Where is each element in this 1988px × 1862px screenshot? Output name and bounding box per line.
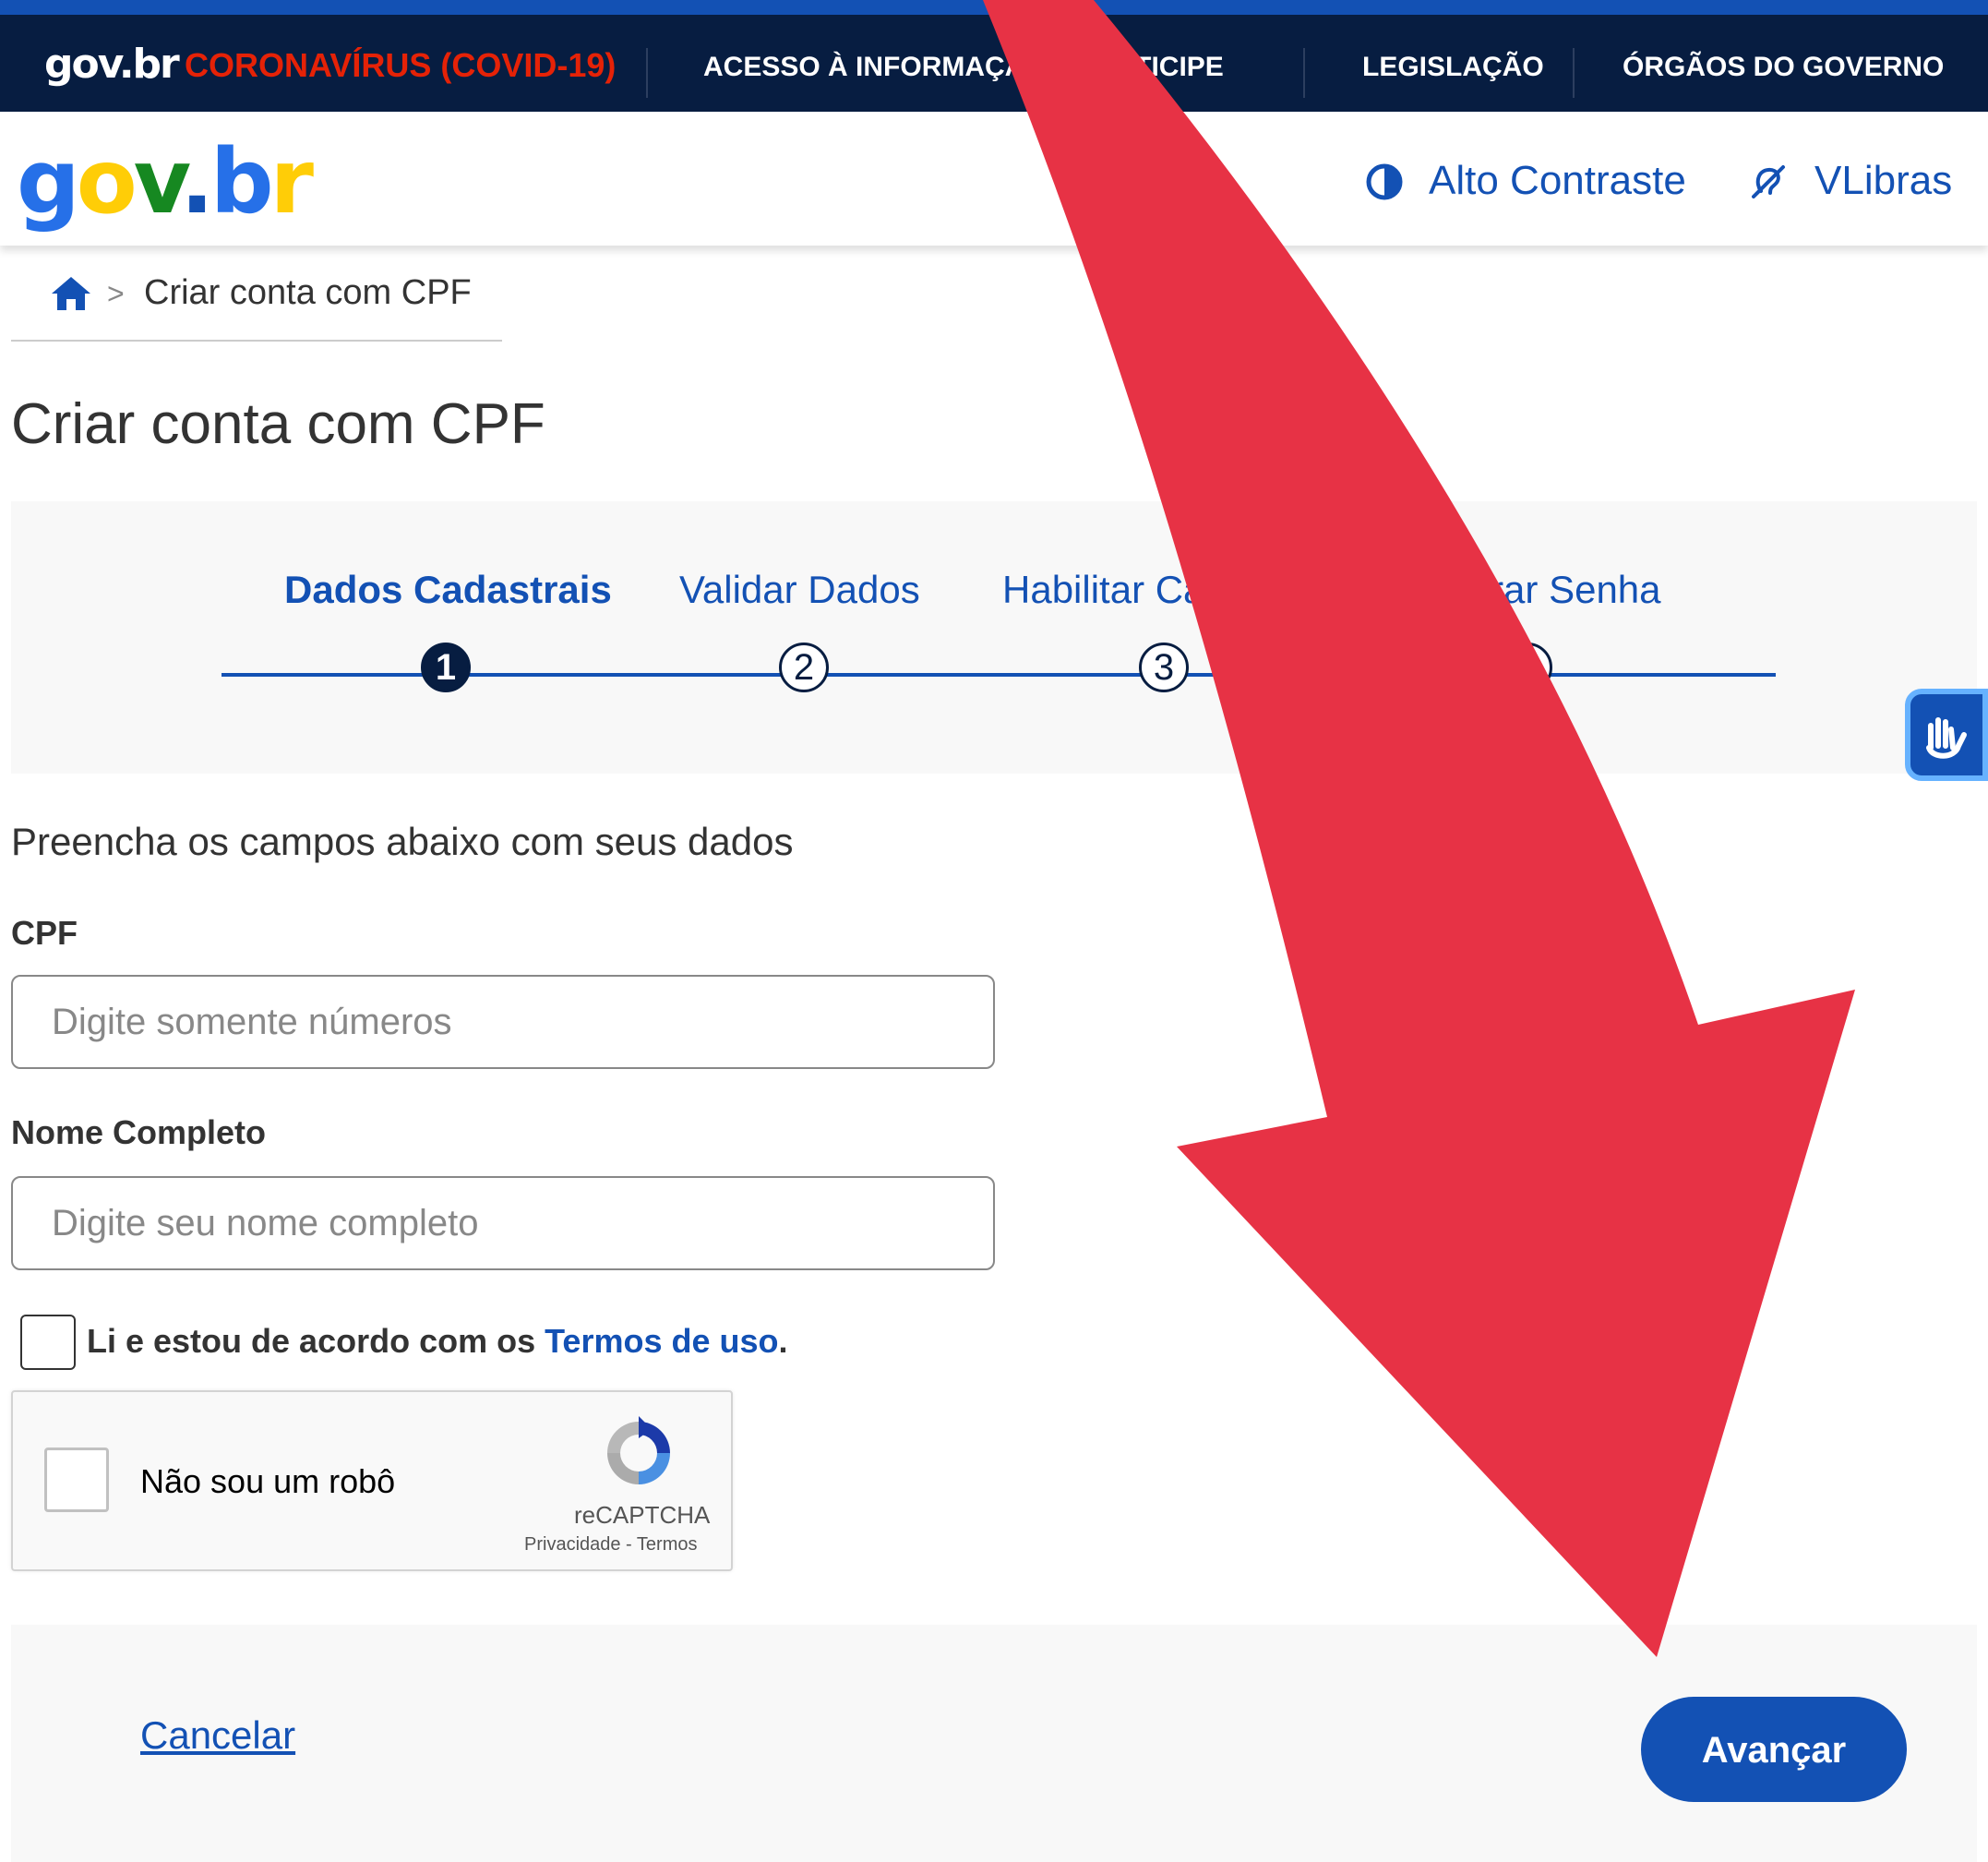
cpf-input[interactable] — [11, 975, 995, 1069]
form-actions-bar: Cancelar Avançar — [11, 1625, 1977, 1862]
full-name-label: Nome Completo — [11, 1113, 267, 1151]
covid-link[interactable]: CORONAVÍRUS (COVID-19) — [185, 46, 616, 85]
nav-acesso-informacao[interactable]: ACESSO À INFORMAÇÃO — [703, 52, 1047, 83]
breadcrumb-separator: > — [107, 277, 125, 310]
cpf-label: CPF — [11, 914, 78, 952]
terms-of-use-link[interactable]: Termos de uso — [545, 1322, 778, 1360]
recaptcha-checkbox[interactable] — [44, 1448, 109, 1512]
cancel-link[interactable]: Cancelar — [140, 1713, 295, 1758]
breadcrumb-current: Criar conta com CPF — [144, 273, 472, 312]
recaptcha-brand: reCAPTCHA — [574, 1501, 711, 1529]
home-icon[interactable] — [50, 275, 92, 312]
step-label-2: Validar Dados — [679, 568, 920, 611]
contrast-icon[interactable] — [1366, 163, 1403, 200]
full-name-input[interactable] — [11, 1176, 995, 1270]
sign-language-hands-icon — [1926, 717, 1967, 759]
breadcrumb-divider — [11, 340, 502, 342]
step-circle-1: 1 — [421, 643, 471, 692]
step-indicator: Dados Cadastrais Validar Dados Habilitar… — [11, 501, 1977, 774]
step-label-4: Cadastrar Senha — [1368, 568, 1661, 611]
site-header: gov.br Alto Contraste VLibras — [0, 112, 1988, 246]
divider — [1573, 48, 1575, 98]
page-title: Criar conta com CPF — [11, 392, 545, 456]
terms-label: Li e estou de acordo com os Termos de us… — [87, 1322, 788, 1361]
nav-orgaos-governo[interactable]: ÓRGÃOS DO GOVERNO — [1623, 52, 1944, 83]
terms-checkbox[interactable] — [20, 1315, 76, 1370]
vlibras-link[interactable]: VLibras — [1814, 158, 1952, 204]
step-circle-2: 2 — [779, 643, 829, 692]
nav-participe[interactable]: PARTICIPE — [1078, 52, 1224, 83]
step-circle-3: 3 — [1139, 643, 1189, 692]
recaptcha-logo-icon — [607, 1416, 670, 1484]
govbr-logo[interactable]: gov.br — [17, 130, 314, 234]
divider — [646, 48, 648, 98]
recaptcha-widget: Não sou um robô reCAPTCHA Privacidade - … — [11, 1390, 733, 1571]
recaptcha-label: Não sou um robô — [140, 1462, 396, 1500]
divider — [1303, 48, 1305, 98]
recaptcha-privacy-terms-links[interactable]: Privacidade - Termos — [524, 1534, 697, 1556]
terms-prefix: Li e estou de acordo com os — [87, 1322, 545, 1360]
vlibras-widget-button[interactable] — [1905, 689, 1988, 781]
gov-top-bar: gov.br CORONAVÍRUS (COVID-19) ACESSO À I… — [0, 0, 1988, 112]
step-circle-4: 4 — [1503, 643, 1552, 692]
nav-legislacao[interactable]: LEGISLAÇÃO — [1362, 52, 1544, 83]
terms-suffix: . — [778, 1322, 788, 1360]
divider — [1026, 48, 1028, 98]
step-label-1: Dados Cadastrais — [284, 568, 612, 611]
govbr-small-logo[interactable]: gov.br — [44, 41, 180, 88]
form-intro-text: Preencha os campos abaixo com seus dados — [11, 820, 794, 863]
step-label-3: Habilitar Cadastro — [1002, 568, 1313, 611]
vlibras-ear-icon[interactable] — [1750, 163, 1787, 200]
advance-button[interactable]: Avançar — [1641, 1697, 1907, 1802]
high-contrast-toggle[interactable]: Alto Contraste — [1429, 158, 1686, 204]
